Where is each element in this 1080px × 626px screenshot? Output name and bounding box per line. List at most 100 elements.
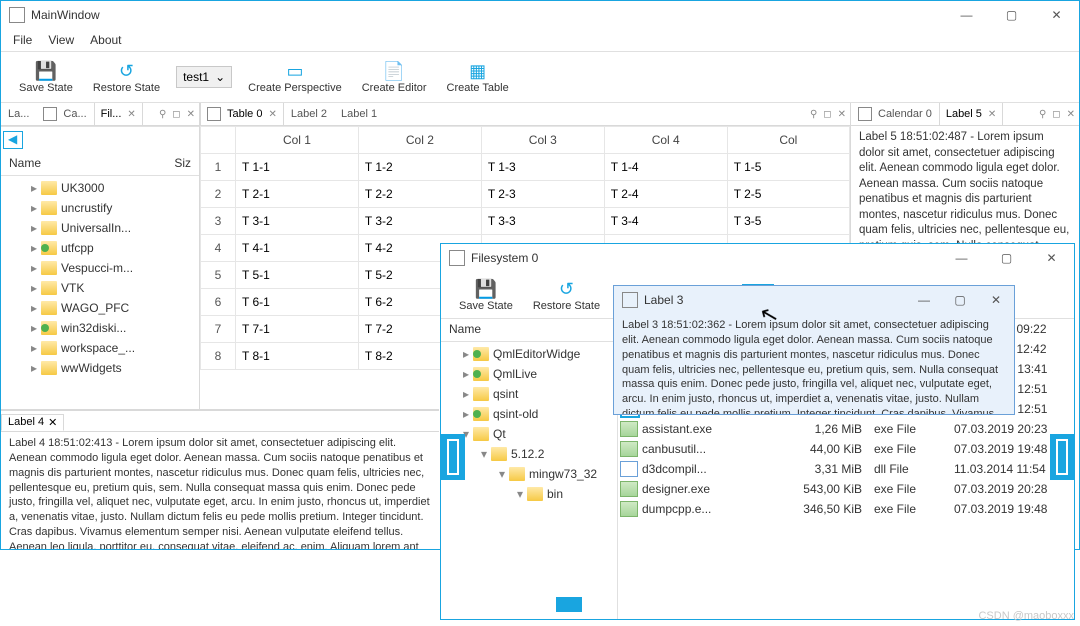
close-button[interactable]: ✕ — [1034, 1, 1079, 29]
fs-tree[interactable]: ▸QmlEditorWidge▸QmlLive▸qsint▸qsint-old▾… — [441, 342, 617, 619]
tree-item[interactable]: ▸UK3000 — [5, 178, 195, 198]
maximize-button[interactable]: ▢ — [984, 244, 1029, 272]
titlebar[interactable]: Label 3 — ▢ ✕ — [614, 286, 1014, 314]
restore-state-button[interactable]: ↺Restore State — [83, 58, 170, 96]
cell[interactable]: T 7-1 — [236, 316, 359, 343]
expand-icon[interactable]: ▸ — [27, 201, 41, 215]
file-row[interactable]: assistant.exe1,26 MiBexe File07.03.2019 … — [618, 419, 1074, 439]
titlebar[interactable]: MainWindow — ▢ ✕ — [1, 1, 1079, 29]
close-icon[interactable]: ✕ — [988, 109, 996, 120]
cell[interactable]: T 6-1 — [236, 289, 359, 316]
create-table-button[interactable]: ▦Create Table — [437, 58, 519, 96]
col-header[interactable]: Col 2 — [358, 127, 481, 154]
expand-icon[interactable]: ▸ — [459, 387, 473, 401]
expand-icon[interactable]: ▸ — [27, 261, 41, 275]
expand-icon[interactable]: ▾ — [513, 487, 527, 501]
cell[interactable]: T 2-2 — [358, 181, 481, 208]
col-size[interactable]: Siz — [166, 153, 199, 175]
tab-label5[interactable]: Label 5✕ — [939, 103, 1003, 126]
restore-state-button[interactable]: ↺Restore State — [523, 276, 610, 314]
tree-item[interactable]: ▾mingw73_32 — [459, 464, 613, 484]
tree-item[interactable]: ▸wwWidgets — [5, 358, 195, 378]
tree-item[interactable]: ▸utfcpp — [5, 238, 195, 258]
close-button[interactable]: ✕ — [978, 286, 1014, 314]
row-header[interactable]: 1 — [201, 154, 236, 181]
cell[interactable]: T 3-4 — [604, 208, 727, 235]
undock-icon[interactable]: ◻ — [172, 109, 180, 120]
tab-fil[interactable]: Fil...✕ — [94, 103, 143, 126]
cell[interactable]: T 3-1 — [236, 208, 359, 235]
menu-about[interactable]: About — [82, 33, 129, 47]
cell[interactable]: T 2-3 — [481, 181, 604, 208]
row-header[interactable]: 5 — [201, 262, 236, 289]
expand-icon[interactable]: ▸ — [27, 321, 41, 335]
cell[interactable]: T 1-5 — [727, 154, 849, 181]
close-icon[interactable]: ✕ — [838, 109, 846, 120]
pin-icon[interactable]: ⚲ — [1039, 109, 1046, 120]
row-header[interactable]: 8 — [201, 343, 236, 370]
tree-item[interactable]: ▾bin — [459, 484, 613, 504]
perspective-combo[interactable]: test1⌄ — [176, 66, 232, 88]
tree-item[interactable]: ▾5.12.2 — [459, 444, 613, 464]
tree-item[interactable]: ▸qsint-old — [459, 404, 613, 424]
tab-label1[interactable]: Label 1 — [334, 103, 384, 126]
cell[interactable]: T 2-5 — [727, 181, 849, 208]
expand-icon[interactable]: ▸ — [27, 341, 41, 355]
file-row[interactable]: d3dcompil...3,31 MiBdll File11.03.2014 1… — [618, 459, 1074, 479]
tree-item[interactable]: ▸uncrustify — [5, 198, 195, 218]
maximize-button[interactable]: ▢ — [989, 1, 1034, 29]
expand-icon[interactable]: ▸ — [27, 301, 41, 315]
expand-icon[interactable]: ▸ — [27, 361, 41, 375]
tree-item[interactable]: ▸WAGO_PFC — [5, 298, 195, 318]
expand-icon[interactable]: ▸ — [459, 347, 473, 361]
minimize-button[interactable]: — — [939, 244, 984, 272]
col-name[interactable]: Name — [441, 319, 617, 341]
tree-item[interactable]: ▸VTK — [5, 278, 195, 298]
tree-item[interactable]: ▸workspace_... — [5, 338, 195, 358]
tree-item[interactable]: ▸Vespucci-m... — [5, 258, 195, 278]
close-icon[interactable]: ✕ — [187, 109, 195, 120]
titlebar[interactable]: Filesystem 0 — ▢ ✕ — [441, 244, 1074, 272]
close-icon[interactable]: ✕ — [48, 416, 57, 429]
tree-item[interactable]: ▸QmlEditorWidge — [459, 344, 613, 364]
cell[interactable]: T 1-2 — [358, 154, 481, 181]
close-icon[interactable]: ✕ — [268, 109, 276, 120]
col-header[interactable]: Col 3 — [481, 127, 604, 154]
cell[interactable]: T 5-1 — [236, 262, 359, 289]
expand-icon[interactable]: ▸ — [459, 367, 473, 381]
expand-icon[interactable]: ▸ — [27, 241, 41, 255]
cell[interactable]: T 2-4 — [604, 181, 727, 208]
close-icon[interactable]: ✕ — [1067, 109, 1075, 120]
expand-icon[interactable]: ▸ — [27, 281, 41, 295]
cell[interactable]: T 2-1 — [236, 181, 359, 208]
undock-icon[interactable]: ◻ — [1052, 109, 1060, 120]
tab-table0[interactable]: Table 0✕ — [200, 103, 284, 126]
col-header[interactable]: Col 4 — [604, 127, 727, 154]
cell[interactable]: T 1-1 — [236, 154, 359, 181]
cell[interactable]: T 1-3 — [481, 154, 604, 181]
row-header[interactable]: 7 — [201, 316, 236, 343]
cell[interactable]: T 4-1 — [236, 235, 359, 262]
cell[interactable]: T 3-2 — [358, 208, 481, 235]
dock-handle-right[interactable] — [1050, 434, 1074, 480]
minimize-button[interactable]: — — [944, 1, 989, 29]
cell[interactable]: T 3-5 — [727, 208, 849, 235]
create-perspective-button[interactable]: ▭Create Perspective — [238, 58, 352, 96]
dock-handle-left[interactable] — [441, 434, 465, 480]
cell[interactable]: T 8-1 — [236, 343, 359, 370]
tree-item[interactable]: ▸QmlLive — [459, 364, 613, 384]
col-header[interactable]: Col 1 — [236, 127, 359, 154]
create-editor-button[interactable]: 📄Create Editor — [352, 58, 437, 96]
undock-icon[interactable]: ◻ — [823, 109, 831, 120]
col-name[interactable]: Name — [1, 153, 166, 175]
row-header[interactable]: 4 — [201, 235, 236, 262]
tree-item[interactable]: ▸qsint — [459, 384, 613, 404]
cell[interactable]: T 1-4 — [604, 154, 727, 181]
cell[interactable]: T 3-3 — [481, 208, 604, 235]
expand-icon[interactable]: ▾ — [495, 467, 509, 481]
row-header[interactable]: 3 — [201, 208, 236, 235]
menu-view[interactable]: View — [40, 33, 82, 47]
menu-file[interactable]: File — [5, 33, 40, 47]
expand-icon[interactable]: ▾ — [477, 447, 491, 461]
tree-item[interactable]: ▾Qt — [459, 424, 613, 444]
